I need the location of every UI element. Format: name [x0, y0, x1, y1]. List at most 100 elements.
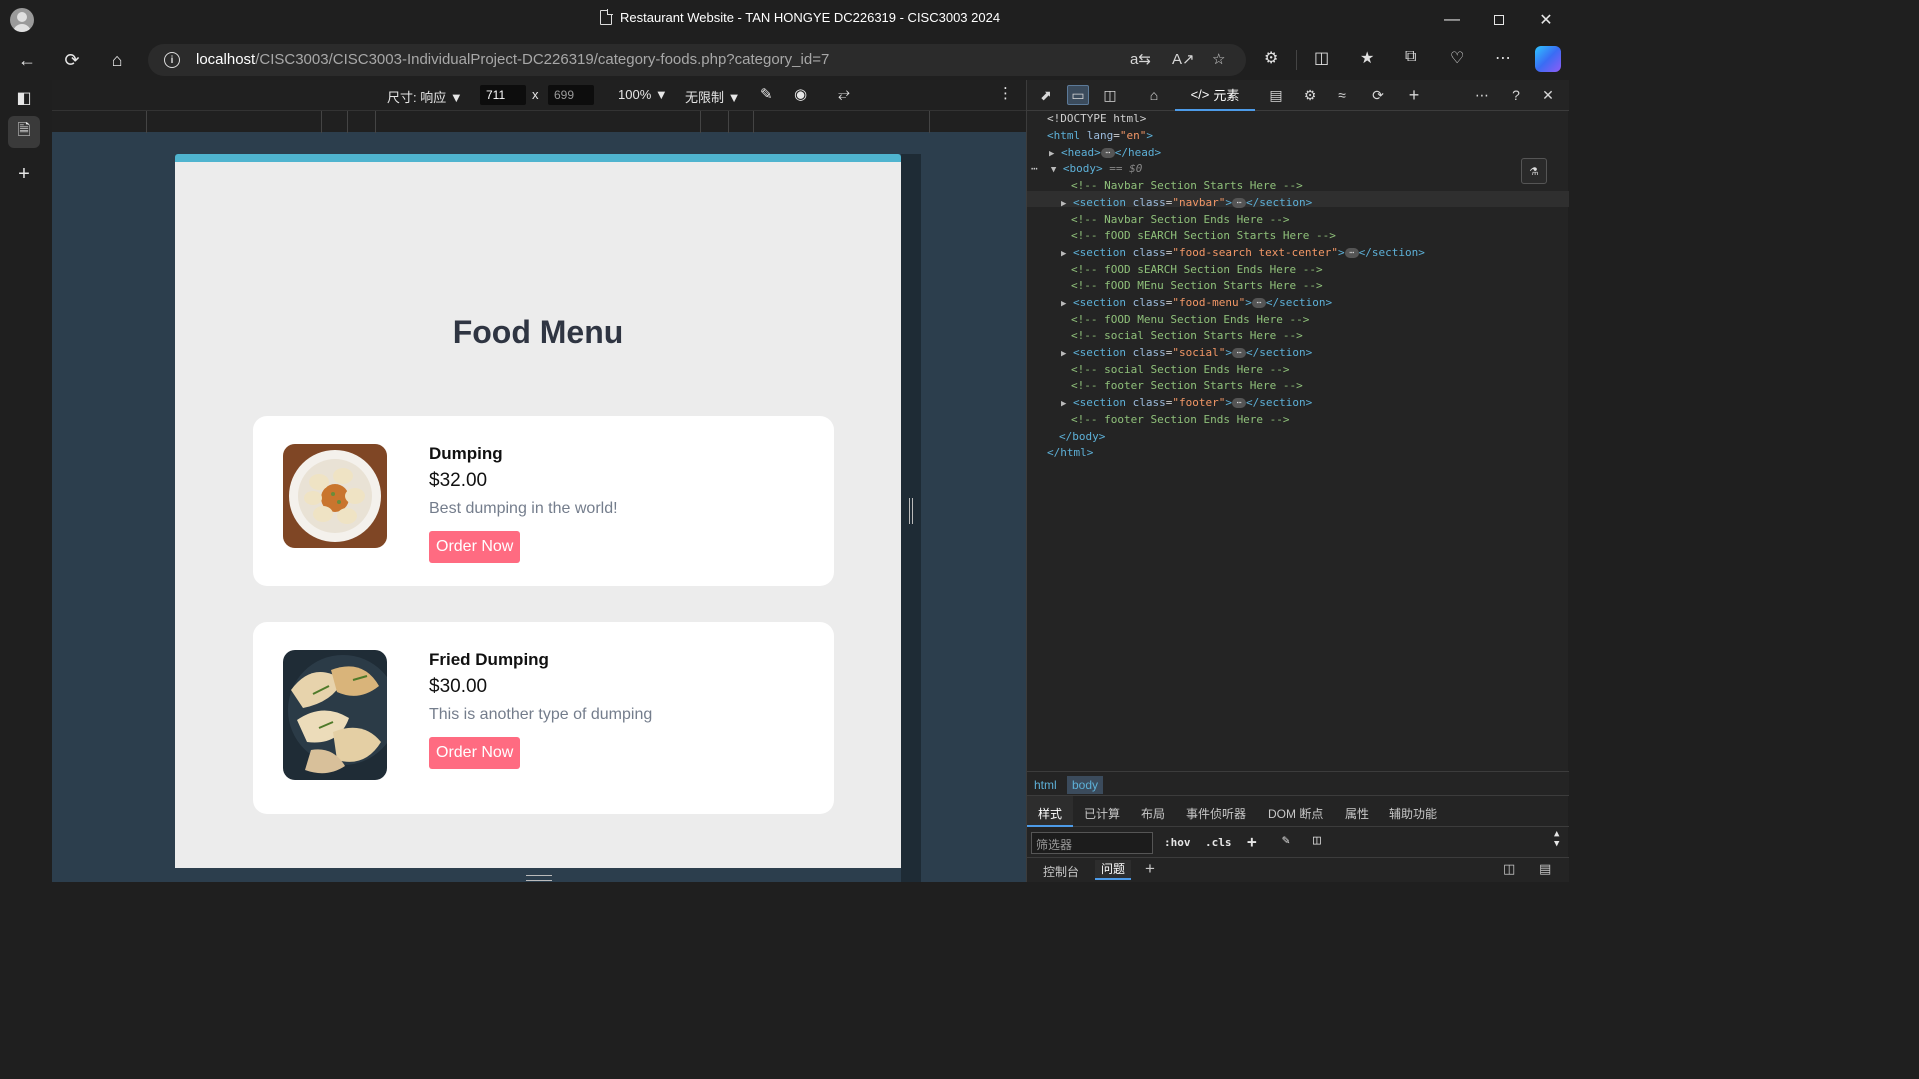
tab-event-listeners[interactable]: 事件侦听器 — [1186, 805, 1246, 822]
sidebar-toggle-icon[interactable]: ◫ — [1313, 833, 1321, 848]
dom-section-social[interactable]: ▶ <section class="social"> ⋯ </section> — [1061, 345, 1312, 361]
zoom-dropdown[interactable]: 100% ▼ — [618, 87, 668, 102]
vision-deficiency-icon[interactable]: ◉ — [794, 85, 807, 103]
home-icon[interactable]: ⌂ — [102, 46, 132, 74]
dock-drawer-icon[interactable]: ◫ — [1503, 861, 1515, 877]
favorites-icon[interactable]: ★ — [1360, 48, 1374, 68]
new-style-rule-icon[interactable]: + — [1247, 832, 1257, 851]
vertical-tabs-sidebar: ◧ 🗎 + — [0, 80, 48, 882]
maximize-icon[interactable] — [1479, 6, 1519, 34]
console-icon[interactable]: ▤ — [1265, 85, 1287, 105]
dom-comment[interactable]: <!-- Navbar Section Starts Here --> — [1071, 178, 1303, 194]
dom-comment[interactable]: <!-- fOOD MEnu Section Starts Here --> — [1071, 278, 1323, 294]
paint-brush-icon[interactable]: ✎ — [1282, 833, 1290, 848]
close-drawer-icon[interactable]: ▤ — [1539, 861, 1551, 877]
back-arrow-icon[interactable]: ← — [12, 46, 42, 74]
tab-dom-breakpoints[interactable]: DOM 断点 — [1268, 805, 1323, 822]
refresh-icon[interactable]: ⟳ — [57, 46, 87, 74]
favorite-star-icon[interactable]: ☆ — [1212, 50, 1225, 68]
resize-handle-bottom[interactable] — [526, 875, 552, 881]
dimension-times-sign: x — [532, 87, 539, 102]
food-description: Best dumping in the world! — [429, 500, 618, 517]
site-info-icon[interactable]: i — [164, 52, 180, 68]
dom-body-close[interactable]: </body> — [1059, 429, 1105, 445]
inspect-element-icon[interactable]: ⬈ — [1035, 85, 1057, 105]
dom-comment[interactable]: <!-- social Section Ends Here --> — [1071, 362, 1290, 378]
dom-section-navbar[interactable]: ▶ <section class="navbar"> ⋯ </section> — [1061, 195, 1312, 211]
tab-console[interactable]: 控制台 — [1043, 863, 1079, 880]
dom-head[interactable]: ▶ <head> ⋯ </head> — [1049, 145, 1161, 161]
minimize-icon[interactable]: — — [1432, 6, 1472, 34]
url-text[interactable]: localhost/CISC3003/CISC3003-IndividualPr… — [196, 51, 829, 68]
window-title: Restaurant Website - TAN HONGYE DC226319… — [600, 9, 1000, 25]
dock-side-icon[interactable]: ◫ — [1099, 85, 1121, 105]
page-icon — [600, 9, 613, 25]
translate-icon[interactable]: a⇆ — [1130, 50, 1151, 68]
sources-bug-icon[interactable]: ⚙ — [1299, 85, 1321, 105]
eyedropper-icon[interactable]: ✎ — [760, 85, 773, 103]
collections-icon[interactable]: ⧉ — [1405, 48, 1416, 66]
browser-essentials-icon[interactable]: ♡ — [1450, 48, 1464, 68]
dom-body-open[interactable]: ⋯ ▼ <body> == $0 — [1031, 161, 1142, 177]
device-emulation-icon[interactable]: ▭ — [1067, 85, 1089, 105]
dom-html-close[interactable]: </html> — [1047, 445, 1093, 461]
copilot-icon[interactable] — [1535, 46, 1561, 72]
active-tab-icon[interactable]: 🗎 — [8, 116, 40, 148]
tab-computed[interactable]: 已计算 — [1084, 805, 1120, 822]
dom-doctype[interactable]: <!DOCTYPE html> — [1047, 111, 1146, 127]
cls-toggle[interactable]: .cls — [1205, 836, 1232, 849]
dom-comment[interactable]: <!-- fOOD sEARCH Section Ends Here --> — [1071, 262, 1323, 278]
tab-issues[interactable]: 问题 — [1095, 860, 1132, 880]
tab-elements[interactable]: </> 元素 — [1175, 80, 1255, 111]
more-tools-plus-icon[interactable]: + — [1403, 85, 1425, 105]
performance-icon[interactable]: ⟳ — [1367, 85, 1389, 105]
device-toolbar: 尺寸: 响应 ▼ 711 x 699 100% ▼ 无限制 ▼ ✎ ◉ ⥂ ⋮ — [52, 80, 1026, 110]
new-tab-icon[interactable]: + — [8, 158, 40, 190]
network-wifi-icon[interactable]: ≈ — [1331, 85, 1353, 105]
dom-comment[interactable]: <!-- social Section Starts Here --> — [1071, 328, 1303, 344]
dom-comment[interactable]: <!-- fOOD sEARCH Section Starts Here --> — [1071, 228, 1336, 244]
address-bar[interactable]: i localhost/CISC3003/CISC3003-Individual… — [148, 44, 1246, 76]
dom-html-open[interactable]: <html lang="en"> — [1047, 128, 1153, 144]
order-now-button[interactable]: Order Now — [429, 531, 521, 563]
dom-section-food-menu[interactable]: ▶ <section class="food-menu"> ⋯ </section> — [1061, 295, 1332, 311]
breadcrumb-body[interactable]: body — [1067, 776, 1104, 794]
tab-properties[interactable]: 属性 — [1345, 805, 1369, 822]
device-toolbar-more-icon[interactable]: ⋮ — [998, 84, 1013, 102]
dom-section-footer[interactable]: ▶ <section class="footer"> ⋯ </section> — [1061, 395, 1312, 411]
height-input[interactable]: 699 — [548, 85, 594, 105]
dom-section-food-search[interactable]: ▶ <section class="food-search text-cente… — [1061, 245, 1425, 261]
throttle-dropdown[interactable]: 无限制 ▼ — [685, 87, 741, 106]
dom-comment[interactable]: <!-- Navbar Section Ends Here --> — [1071, 212, 1290, 228]
tab-accessibility[interactable]: 辅助功能 — [1389, 805, 1437, 822]
breadcrumb-html[interactable]: html — [1029, 776, 1062, 794]
extensions-icon[interactable]: ⚙ — [1264, 48, 1278, 68]
resize-handle-right[interactable] — [909, 498, 913, 524]
accessibility-tree-icon[interactable]: ⚗ — [1521, 158, 1547, 184]
help-icon[interactable]: ? — [1505, 85, 1527, 105]
more-options-icon[interactable]: ⋯ — [1495, 48, 1511, 68]
welcome-home-icon[interactable]: ⌂ — [1143, 85, 1165, 105]
hov-toggle[interactable]: :hov — [1164, 836, 1191, 849]
rotate-icon[interactable]: ⥂ — [838, 85, 850, 102]
read-aloud-icon[interactable]: A↗ — [1172, 50, 1195, 68]
order-now-button[interactable]: Order Now — [429, 737, 521, 769]
close-devtools-icon[interactable]: ✕ — [1537, 85, 1559, 105]
tab-styles[interactable]: 样式 — [1038, 805, 1062, 822]
breadcrumb: html body — [1027, 771, 1569, 795]
dimensions-dropdown[interactable]: 尺寸: 响应 ▼ — [387, 87, 463, 106]
split-screen-icon[interactable]: ◫ — [1314, 48, 1329, 68]
dom-comment[interactable]: <!-- footer Section Starts Here --> — [1071, 378, 1303, 394]
dom-comment[interactable]: <!-- fOOD Menu Section Ends Here --> — [1071, 312, 1309, 328]
tab-layout[interactable]: 布局 — [1141, 805, 1165, 822]
close-window-icon[interactable]: ✕ — [1526, 6, 1566, 34]
dom-comment[interactable]: <!-- footer Section Ends Here --> — [1071, 412, 1290, 428]
devtools-more-icon[interactable]: ⋯ — [1471, 85, 1493, 105]
tab-actions-icon[interactable]: ◧ — [8, 82, 40, 114]
styles-filter-input[interactable]: 筛选器 — [1031, 832, 1153, 854]
width-input[interactable]: 711 — [480, 85, 526, 105]
food-menu-heading: Food Menu — [452, 314, 624, 350]
drawer-add-tab-icon[interactable]: + — [1145, 859, 1155, 879]
scroll-arrows-icon[interactable]: ▲ ▼ — [1554, 829, 1559, 849]
profile-avatar-icon[interactable] — [10, 8, 34, 32]
